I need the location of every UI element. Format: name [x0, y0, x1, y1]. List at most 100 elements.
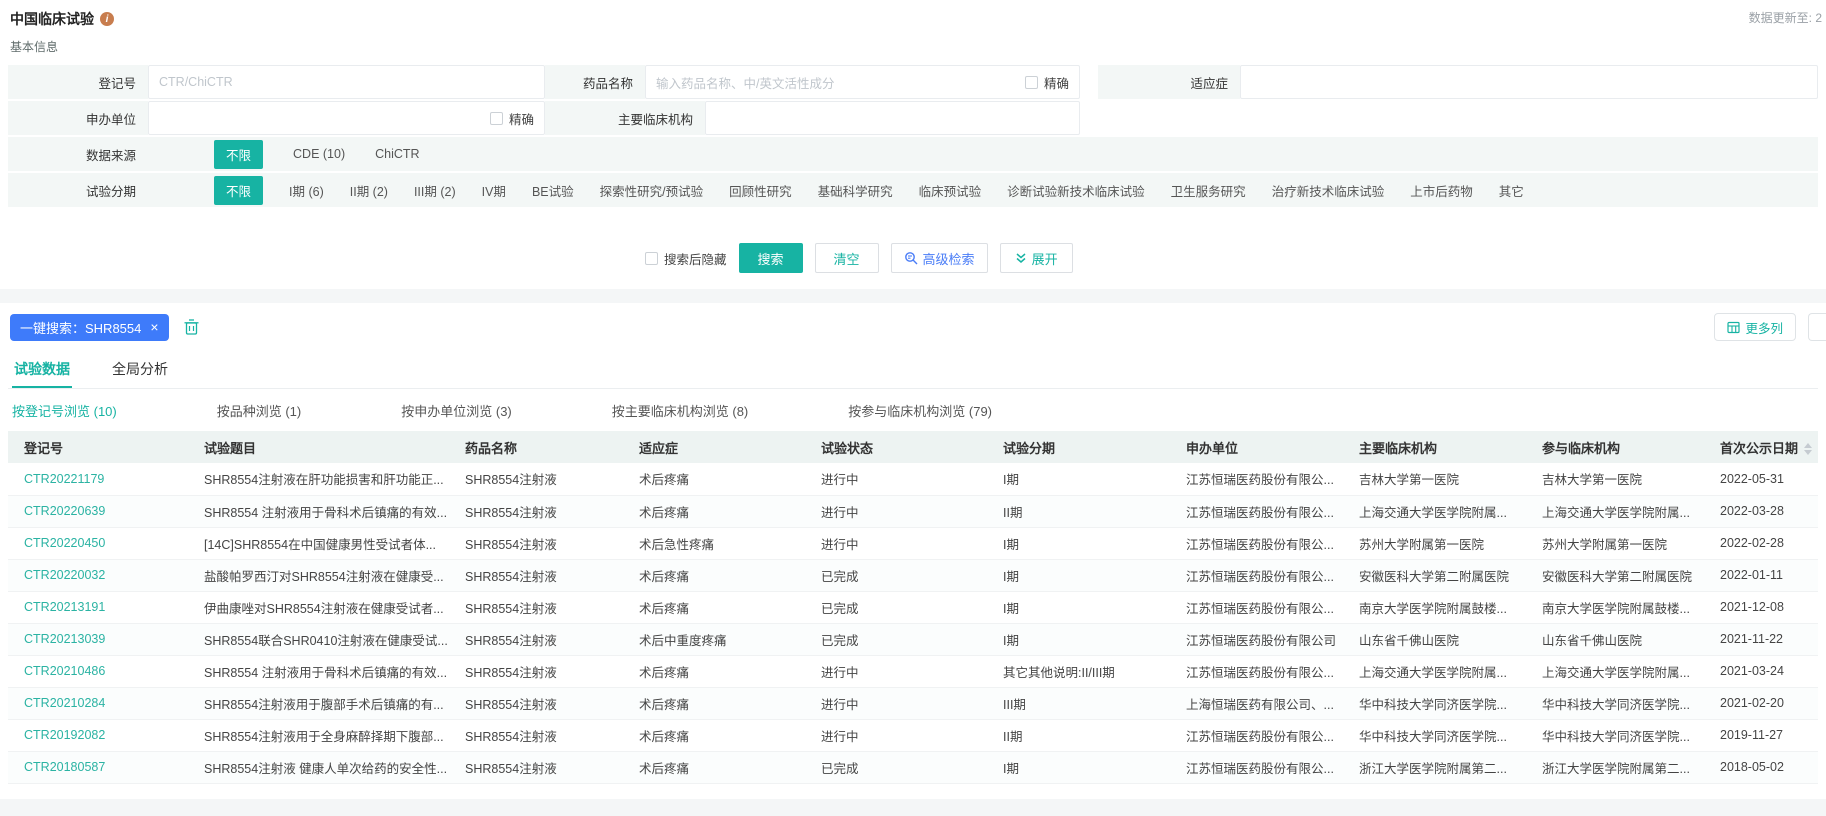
cell-participating-institution: 苏州大学附属第一医院	[1526, 527, 1704, 559]
sponsor-exact-checkbox[interactable]	[490, 112, 503, 125]
cell-indication: 术后疼痛	[623, 687, 805, 719]
cell-drug-name: SHR8554注射液	[449, 623, 623, 655]
cell-indication: 术后疼痛	[623, 495, 805, 527]
phase-option[interactable]: I期 (6)	[289, 181, 324, 200]
subtab-inactive[interactable]: 按品种浏览 (1)	[217, 401, 302, 420]
registration-link[interactable]: CTR20213039	[24, 632, 105, 646]
cell-reg-no: CTR20210284	[8, 687, 188, 719]
cell-phase: 其它其他说明:II/III期	[987, 655, 1170, 687]
basic-info-section-label: 基本信息	[8, 36, 1818, 65]
registration-link[interactable]: CTR20220639	[24, 504, 105, 518]
cell-first-publish-date: 2021-02-20	[1704, 687, 1818, 719]
expand-button[interactable]: 展开	[1000, 243, 1073, 273]
cell-indication: 术后急性疼痛	[623, 527, 805, 559]
clipped-edge-button[interactable]	[1808, 313, 1826, 341]
registration-link[interactable]: CTR20221179	[24, 472, 104, 486]
registration-link[interactable]: CTR20210486	[24, 664, 105, 678]
phase-option[interactable]: 治疗新技术临床试验	[1272, 181, 1385, 200]
cell-reg-no: CTR20180587	[8, 751, 188, 783]
phase-option[interactable]: II期 (2)	[350, 181, 388, 200]
cell-first-publish-date: 2021-12-08	[1704, 591, 1818, 623]
phase-option[interactable]: 回顾性研究	[729, 181, 792, 200]
column-header-first-publish-date[interactable]: 首次公示日期	[1704, 431, 1818, 463]
table-row: CTR20210284SHR8554注射液用于腹部手术后镇痛的有...SHR85…	[8, 687, 1818, 719]
phase-option[interactable]: IV期	[482, 181, 506, 200]
clear-button[interactable]: 清空	[815, 243, 879, 273]
hide-after-search-checkbox[interactable]	[645, 252, 658, 265]
cell-participating-institution: 南京大学医学院附属鼓楼...	[1526, 591, 1704, 623]
cell-phase: II期	[987, 495, 1170, 527]
info-icon[interactable]: i	[100, 12, 114, 26]
sponsor-exact-option: 精确	[490, 109, 534, 128]
phase-option[interactable]: 上市后药物	[1410, 181, 1473, 200]
cell-first-publish-date: 2021-11-22	[1704, 623, 1818, 655]
registration-link[interactable]: CTR20213191	[24, 600, 105, 614]
section-divider	[0, 289, 1826, 303]
data-updated-note: 数据更新至: 2	[1749, 9, 1822, 26]
cell-sponsor: 江苏恒瑞医药股份有限公...	[1170, 591, 1343, 623]
data-source-option[interactable]: CDE (10)	[293, 147, 345, 161]
drug-name-input[interactable]: 输入药品名称、中/英文活性成分 精确	[645, 65, 1080, 99]
quick-search-tag[interactable]: 一键搜索：SHR8554 ×	[10, 314, 169, 341]
reg-no-placeholder: CTR/ChiCTR	[159, 75, 233, 89]
tab-inactive[interactable]: 全局分析	[110, 353, 170, 388]
phase-option-selected[interactable]: 不限	[214, 176, 263, 205]
hide-after-search-label: 搜索后隐藏	[664, 249, 727, 268]
subtab-active[interactable]: 按登记号浏览 (10)	[12, 401, 117, 420]
phase-option[interactable]: 卫生服务研究	[1171, 181, 1246, 200]
cell-title: 伊曲康唑对SHR8554注射液在健康受试者...	[188, 591, 449, 623]
registration-link[interactable]: CTR20220032	[24, 568, 105, 582]
sort-desc-icon[interactable]	[1804, 450, 1812, 455]
trials-table-body: CTR20221179SHR8554注射液在肝功能损害和肝功能正...SHR85…	[8, 463, 1818, 783]
indication-input[interactable]	[1240, 65, 1818, 99]
phase-option[interactable]: 基础科学研究	[818, 181, 893, 200]
subtab-inactive[interactable]: 按申办单位浏览 (3)	[401, 401, 512, 420]
page-header: 中国临床试验 i 数据更新至: 2	[8, 0, 1818, 36]
data-source-options: 不限 CDE (10) ChiCTR	[148, 137, 450, 171]
advanced-search-button[interactable]: 高级检索	[891, 243, 988, 273]
cell-indication: 术后疼痛	[623, 591, 805, 623]
cell-main-institution: 上海交通大学医学院附属...	[1343, 655, 1526, 687]
sort-asc-icon[interactable]	[1804, 443, 1812, 448]
phase-option[interactable]: III期 (2)	[414, 181, 456, 200]
main-institution-input[interactable]	[705, 101, 1080, 135]
subtab-inactive[interactable]: 按主要临床机构浏览 (8)	[612, 401, 749, 420]
search-button[interactable]: 搜索	[739, 243, 803, 273]
cell-main-institution: 华中科技大学同济医学院...	[1343, 719, 1526, 751]
search-panel: 中国临床试验 i 数据更新至: 2 基本信息 登记号 CTR/ChiCTR 药品…	[0, 0, 1826, 289]
phase-option[interactable]: 其它	[1499, 181, 1524, 200]
cell-participating-institution: 山东省千佛山医院	[1526, 623, 1704, 655]
registration-link[interactable]: CTR20180587	[24, 760, 105, 774]
cell-indication: 术后疼痛	[623, 463, 805, 495]
subtab-inactive[interactable]: 按参与临床机构浏览 (79)	[848, 401, 992, 420]
drug-exact-checkbox[interactable]	[1025, 76, 1038, 89]
phase-option[interactable]: 探索性研究/预试验	[600, 181, 703, 200]
cell-status: 已完成	[805, 623, 987, 655]
cell-drug-name: SHR8554注射液	[449, 527, 623, 559]
registration-link[interactable]: CTR20192082	[24, 728, 105, 742]
clear-tags-button[interactable]	[183, 318, 200, 336]
data-source-option-selected[interactable]: 不限	[214, 140, 263, 169]
cell-drug-name: SHR8554注射液	[449, 495, 623, 527]
phase-option[interactable]: BE试验	[532, 181, 574, 200]
cell-main-institution: 浙江大学医学院附属第二...	[1343, 751, 1526, 783]
cell-phase: I期	[987, 591, 1170, 623]
cell-participating-institution: 浙江大学医学院附属第二...	[1526, 751, 1704, 783]
cell-first-publish-date: 2019-11-27	[1704, 719, 1818, 751]
registration-link[interactable]: CTR20210284	[24, 696, 105, 710]
reg-no-input[interactable]: CTR/ChiCTR	[148, 65, 545, 99]
cell-sponsor: 江苏恒瑞医药股份有限公...	[1170, 751, 1343, 783]
tab-active[interactable]: 试验数据	[12, 353, 72, 388]
more-columns-button[interactable]: 更多列	[1714, 313, 1796, 341]
phase-option[interactable]: 诊断试验新技术临床试验	[1007, 181, 1145, 200]
phase-options: 不限 I期 (6) II期 (2) III期 (2) IV期 BE试验 探索性研究/预试验 回…	[148, 173, 1550, 207]
sponsor-input[interactable]: 精确	[148, 101, 545, 135]
tag-close-icon[interactable]: ×	[150, 320, 158, 334]
sort-icon[interactable]	[1804, 443, 1812, 455]
cell-participating-institution: 安徽医科大学第二附属医院	[1526, 559, 1704, 591]
cell-status: 进行中	[805, 495, 987, 527]
cell-drug-name: SHR8554注射液	[449, 719, 623, 751]
data-source-option[interactable]: ChiCTR	[375, 147, 419, 161]
phase-option[interactable]: 临床预试验	[919, 181, 982, 200]
registration-link[interactable]: CTR20220450	[24, 536, 105, 550]
